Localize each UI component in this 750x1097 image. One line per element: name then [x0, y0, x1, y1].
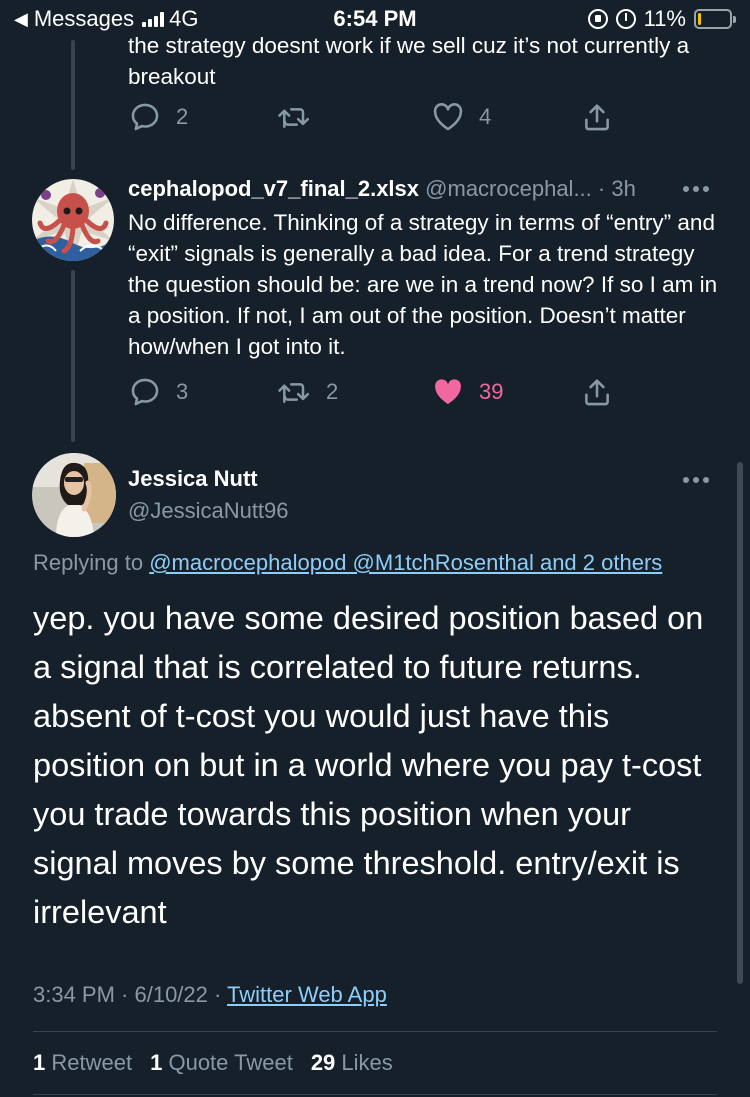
- prev-tweet-text: the strategy doesnt work if we sell cuz …: [128, 33, 690, 89]
- author-handle[interactable]: @JessicaNutt96: [128, 498, 289, 524]
- octopus-avatar-icon: [32, 179, 114, 261]
- like-button[interactable]: 39: [431, 372, 503, 412]
- reply-tweet-text: No difference. Thinking of a strategy in…: [128, 210, 718, 359]
- like-button[interactable]: 4: [431, 97, 491, 137]
- more-options-button[interactable]: [683, 477, 709, 483]
- reply-button[interactable]: 2: [128, 97, 188, 137]
- retweet-button[interactable]: [276, 97, 312, 137]
- reply-count: 3: [176, 379, 189, 404]
- replying-to-links[interactable]: @macrocephalopod @M1tchRosenthal and 2 o…: [149, 550, 662, 575]
- like-count: 4: [479, 104, 492, 129]
- person-avatar-icon: [32, 453, 116, 537]
- replying-to-line: Replying to @macrocephalopod @M1tchRosen…: [33, 550, 662, 576]
- tweet-timestamp: 3:34 PM · 6/10/22 ·: [33, 982, 222, 1007]
- more-options-button[interactable]: [683, 186, 709, 192]
- quote-tweets-stat[interactable]: 1 Quote Tweet: [150, 1050, 293, 1076]
- reply-icon: [131, 103, 159, 131]
- retweet-icon: [278, 383, 310, 403]
- main-tweet-text: yep. you have some desired position base…: [33, 600, 704, 930]
- share-button[interactable]: [580, 97, 614, 137]
- tweet-age: · 3h: [597, 176, 636, 201]
- heart-icon: [433, 103, 463, 131]
- thread-line: [71, 40, 75, 170]
- share-button[interactable]: [580, 372, 614, 412]
- heart-filled-icon: [435, 379, 461, 405]
- likes-stat[interactable]: 29 Likes: [311, 1050, 393, 1076]
- reply-tweet-header: cephalopod_v7_final_2.xlsx @macrocephal.…: [128, 176, 688, 202]
- prev-tweet-actions: 2 4: [128, 97, 628, 137]
- reply-icon: [131, 378, 159, 406]
- reply-count: 2: [176, 104, 189, 129]
- replying-prefix: Replying to: [33, 550, 144, 575]
- battery-level: [698, 13, 701, 25]
- share-icon: [585, 104, 609, 131]
- battery-icon: [694, 9, 736, 29]
- retweet-button[interactable]: 2: [276, 372, 338, 412]
- thread-line: [71, 270, 75, 442]
- tweet-detail-screen: ◀ Messages 4G 6:54 PM 11% the strategy d…: [0, 0, 750, 1097]
- tweet-timestamp-line: 3:34 PM · 6/10/22 · Twitter Web App: [33, 982, 387, 1008]
- author-name[interactable]: cephalopod_v7_final_2.xlsx: [128, 176, 419, 201]
- tweet-source-link[interactable]: Twitter Web App: [227, 982, 387, 1007]
- retweet-icon: [278, 108, 310, 128]
- reply-button[interactable]: 3: [128, 372, 188, 412]
- avatar[interactable]: [32, 179, 114, 261]
- battery-percent: 11%: [643, 6, 686, 31]
- alarm-icon: [615, 9, 636, 29]
- reply-tweet-actions: 3 2 39: [128, 372, 628, 412]
- avatar[interactable]: [32, 453, 116, 537]
- divider: [33, 1031, 717, 1032]
- scrollbar[interactable]: [737, 462, 743, 984]
- retweets-stat[interactable]: 1 Retweet: [33, 1050, 132, 1076]
- status-icons: 11%: [587, 6, 736, 32]
- like-count: 39: [479, 379, 504, 404]
- orientation-lock-icon: [587, 9, 608, 29]
- share-icon: [585, 379, 609, 406]
- divider: [33, 1094, 717, 1095]
- author-name[interactable]: Jessica Nutt: [128, 466, 258, 492]
- battery-tip: [733, 16, 736, 23]
- retweet-count: 2: [326, 379, 339, 404]
- engagement-stats: 1 Retweet 1 Quote Tweet 29 Likes: [33, 1050, 393, 1076]
- author-handle[interactable]: @macrocephal...: [425, 176, 592, 201]
